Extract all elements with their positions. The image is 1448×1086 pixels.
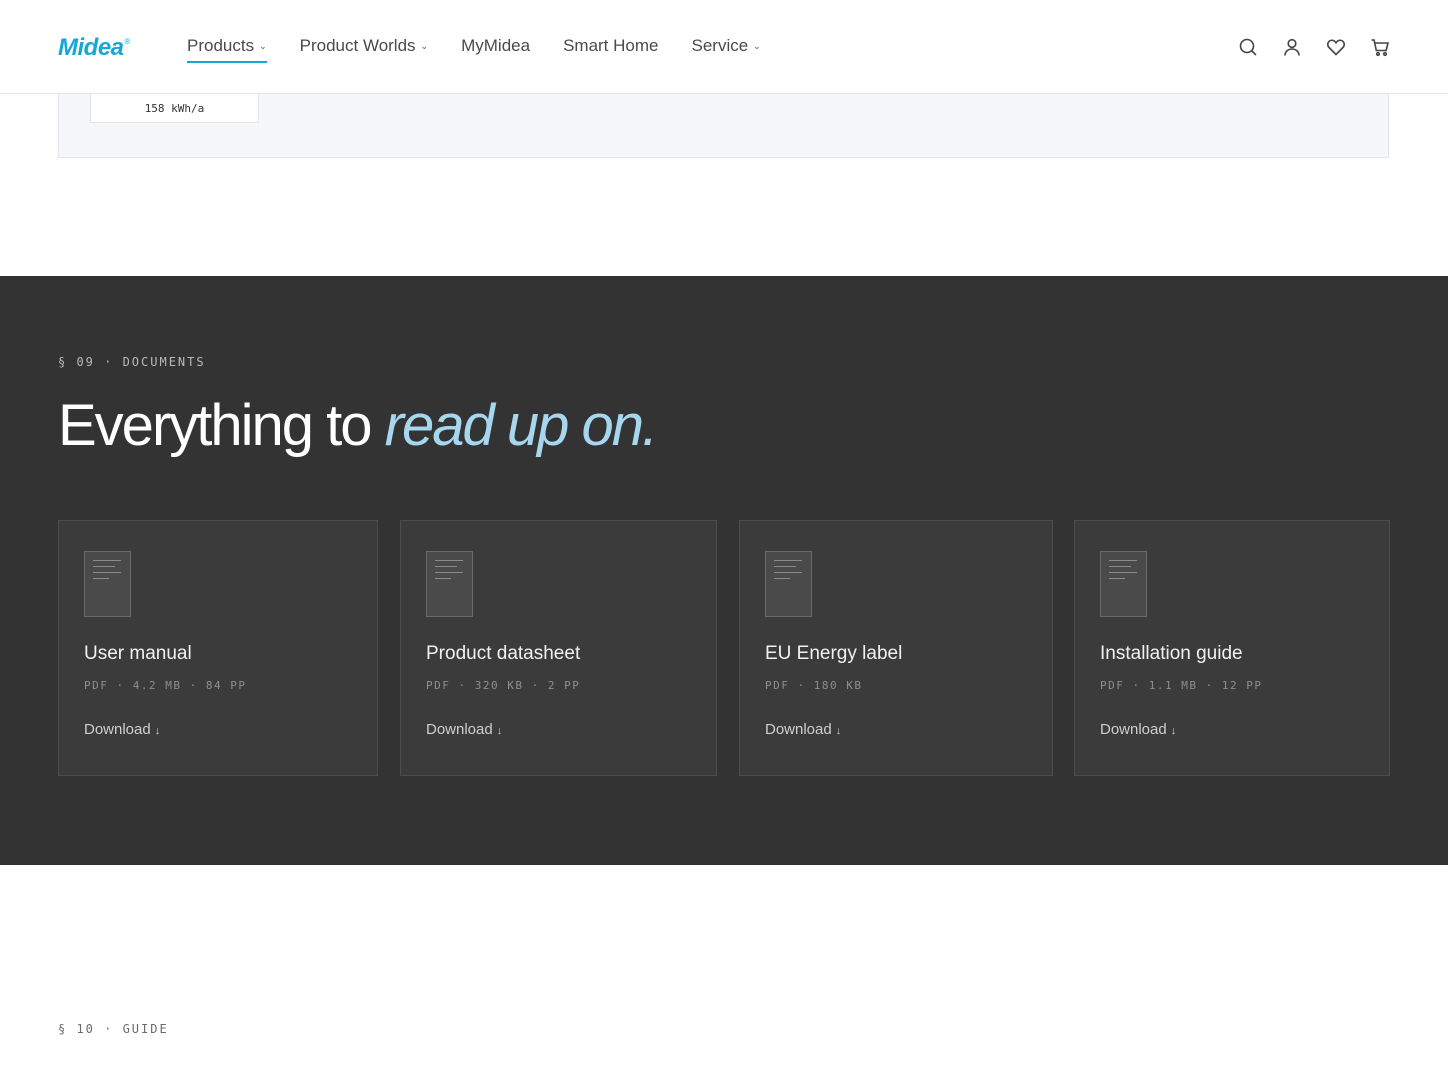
document-name: User manual [84, 643, 192, 664]
cart-icon[interactable] [1370, 36, 1390, 58]
site-header: Midea ® Products ⌄ Product Worlds ⌄ MyMi… [0, 0, 1448, 94]
download-label: Download [426, 721, 493, 738]
document-meta: PDF · 320 KB · 2 PP [426, 679, 581, 692]
account-icon[interactable] [1282, 36, 1302, 58]
nav-item-service[interactable]: Service ⌄ [691, 30, 760, 62]
download-link[interactable]: Download ↓ [426, 721, 502, 738]
document-icon [1100, 551, 1147, 617]
document-name: EU Energy label [765, 643, 903, 664]
document-card-installation-guide[interactable]: Installation guide PDF · 1.1 MB · 12 PP … [1074, 520, 1390, 776]
document-card-user-manual[interactable]: User manual PDF · 4.2 MB · 84 PP Downloa… [58, 520, 378, 776]
download-arrow-icon: ↓ [1170, 725, 1177, 737]
nav-item-product-worlds[interactable]: Product Worlds ⌄ [300, 30, 428, 62]
document-name: Installation guide [1100, 643, 1243, 664]
download-arrow-icon: ↓ [835, 725, 842, 737]
download-link[interactable]: Download ↓ [84, 721, 160, 738]
search-icon[interactable] [1238, 36, 1258, 58]
document-card-eu-energy-label[interactable]: EU Energy label PDF · 180 KB Download ↓ [739, 520, 1053, 776]
wishlist-heart-icon[interactable] [1326, 36, 1346, 58]
nav-label: Smart Home [563, 36, 659, 55]
nav-label: Service [691, 36, 749, 55]
document-meta: PDF · 180 KB [765, 679, 863, 692]
document-meta: PDF · 4.2 MB · 84 PP [84, 679, 247, 692]
energy-consumption-value: 158 kWh/a [144, 102, 205, 115]
download-link[interactable]: Download ↓ [765, 721, 841, 738]
download-label: Download [1100, 721, 1167, 738]
download-arrow-icon: ↓ [154, 725, 161, 737]
logo-wordmark: Midea [58, 34, 124, 61]
nav-item-products[interactable]: Products ⌄ [187, 30, 267, 63]
document-card-product-datasheet[interactable]: Product datasheet PDF · 320 KB · 2 PP Do… [400, 520, 717, 776]
documents-section: § 09 · DOCUMENTS Everything to read up o… [0, 276, 1448, 865]
download-arrow-icon: ↓ [496, 725, 503, 737]
header-actions [1238, 36, 1390, 58]
document-icon [765, 551, 812, 617]
chevron-down-icon: ⌄ [420, 41, 429, 51]
nav-label: MyMidea [461, 36, 531, 55]
guide-eyebrow: § 10 · GUIDE [58, 1022, 169, 1036]
section-eyebrow: § 09 · DOCUMENTS [58, 355, 206, 369]
nav-label: Product Worlds [299, 36, 416, 55]
nav-item-smart-home[interactable]: Smart Home [563, 30, 658, 62]
download-label: Download [84, 721, 151, 738]
document-icon [426, 551, 473, 617]
registered-mark: ® [124, 36, 131, 46]
document-meta: PDF · 1.1 MB · 12 PP [1100, 679, 1263, 692]
main-nav: Products ⌄ Product Worlds ⌄ MyMidea Smar… [187, 30, 794, 63]
chevron-down-icon: ⌄ [259, 41, 267, 51]
section-title: Everything to read up on. [58, 392, 658, 459]
title-accent: read up on. [384, 393, 658, 458]
chevron-down-icon: ⌄ [753, 41, 761, 51]
document-name: Product datasheet [426, 643, 581, 664]
download-label: Download [765, 721, 832, 738]
title-plain: Everything to [58, 393, 385, 458]
download-link[interactable]: Download ↓ [1100, 721, 1176, 738]
midea-logo[interactable]: Midea ® [58, 28, 130, 68]
nav-item-mymidea[interactable]: MyMidea [461, 30, 530, 62]
nav-label: Products [187, 36, 255, 55]
document-icon [84, 551, 131, 617]
